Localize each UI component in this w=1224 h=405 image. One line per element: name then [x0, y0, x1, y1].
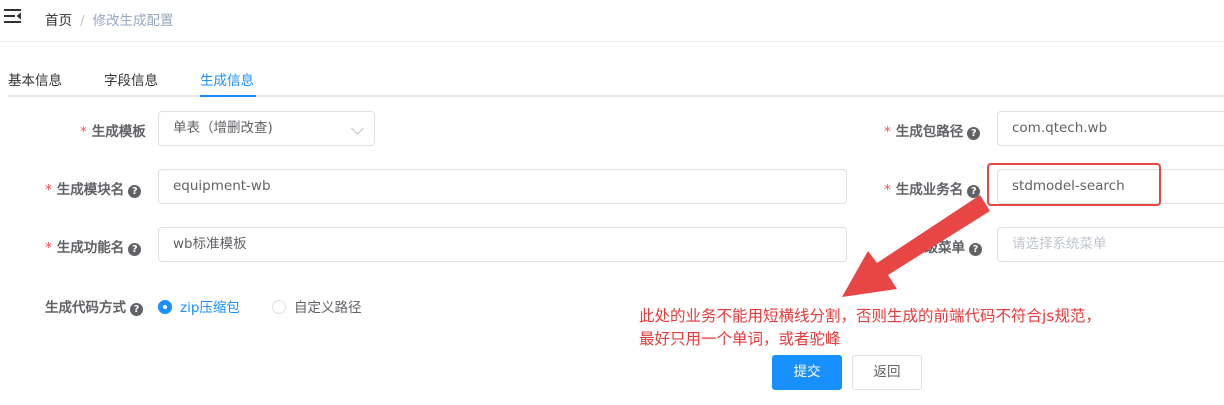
tpl-category-label: * 生成模板	[80, 124, 146, 140]
radio-checked-icon	[158, 300, 172, 314]
annotation-line-2: 最好只用一个单词，或者驼峰	[639, 330, 841, 348]
package-name-input[interactable]: com.qtech.wb	[997, 111, 1224, 146]
breadcrumb: 首页 / 修改生成配置	[45, 9, 174, 29]
breadcrumb-home-link[interactable]: 首页	[45, 13, 72, 29]
function-name-input[interactable]: wb标准模板	[158, 227, 847, 262]
hamburger-menu-icon[interactable]	[4, 8, 22, 24]
radio-custom-path[interactable]: 自定义路径	[272, 296, 362, 316]
navbar: 首页 / 修改生成配置	[0, 0, 1224, 42]
required-mark: *	[884, 124, 891, 140]
tab-gen-info[interactable]: 生成信息	[200, 69, 254, 89]
question-circle-icon[interactable]: ?	[967, 127, 981, 140]
chevron-down-icon	[351, 122, 364, 135]
annotation-note: 此处的业务不能用短横线分割，否则生成的前端代码不符合js规范， 最好只用一个单词…	[639, 305, 1101, 351]
gen-type-label: 生成代码方式?	[45, 296, 143, 316]
radio-unchecked-icon	[272, 300, 286, 314]
question-circle-icon[interactable]: ?	[128, 243, 142, 256]
tpl-category-select[interactable]: 单表（增删改查)	[158, 111, 375, 146]
tab-bar: 基本信息 字段信息 生成信息	[8, 60, 1224, 97]
submit-button[interactable]: 提交	[772, 355, 842, 390]
package-name-label: * 生成包路径?	[884, 120, 981, 140]
function-name-label: * 生成功能名?	[45, 236, 142, 256]
required-mark: *	[45, 182, 52, 198]
required-mark: *	[45, 240, 52, 256]
breadcrumb-current: 修改生成配置	[92, 13, 174, 29]
back-button[interactable]: 返回	[852, 355, 922, 390]
radio-zip[interactable]: zip压缩包	[158, 296, 240, 316]
question-circle-icon[interactable]: ?	[128, 185, 142, 198]
tab-active-indicator	[200, 95, 256, 97]
annotation-highlight-box	[987, 163, 1161, 206]
question-circle-icon[interactable]: ?	[130, 303, 143, 316]
required-mark: *	[80, 124, 87, 140]
module-name-input[interactable]: equipment-wb	[158, 169, 847, 204]
parent-menu-select[interactable]: 请选择系统菜单	[997, 227, 1224, 262]
annotation-arrow-icon	[842, 195, 990, 297]
tab-field-info[interactable]: 字段信息	[104, 69, 158, 89]
module-name-label: * 生成模块名?	[45, 178, 142, 198]
tab-basic-info[interactable]: 基本信息	[8, 69, 62, 89]
breadcrumb-separator: /	[80, 13, 85, 29]
annotation-line-1: 此处的业务不能用短横线分割，否则生成的前端代码不符合js规范，	[639, 307, 1101, 325]
